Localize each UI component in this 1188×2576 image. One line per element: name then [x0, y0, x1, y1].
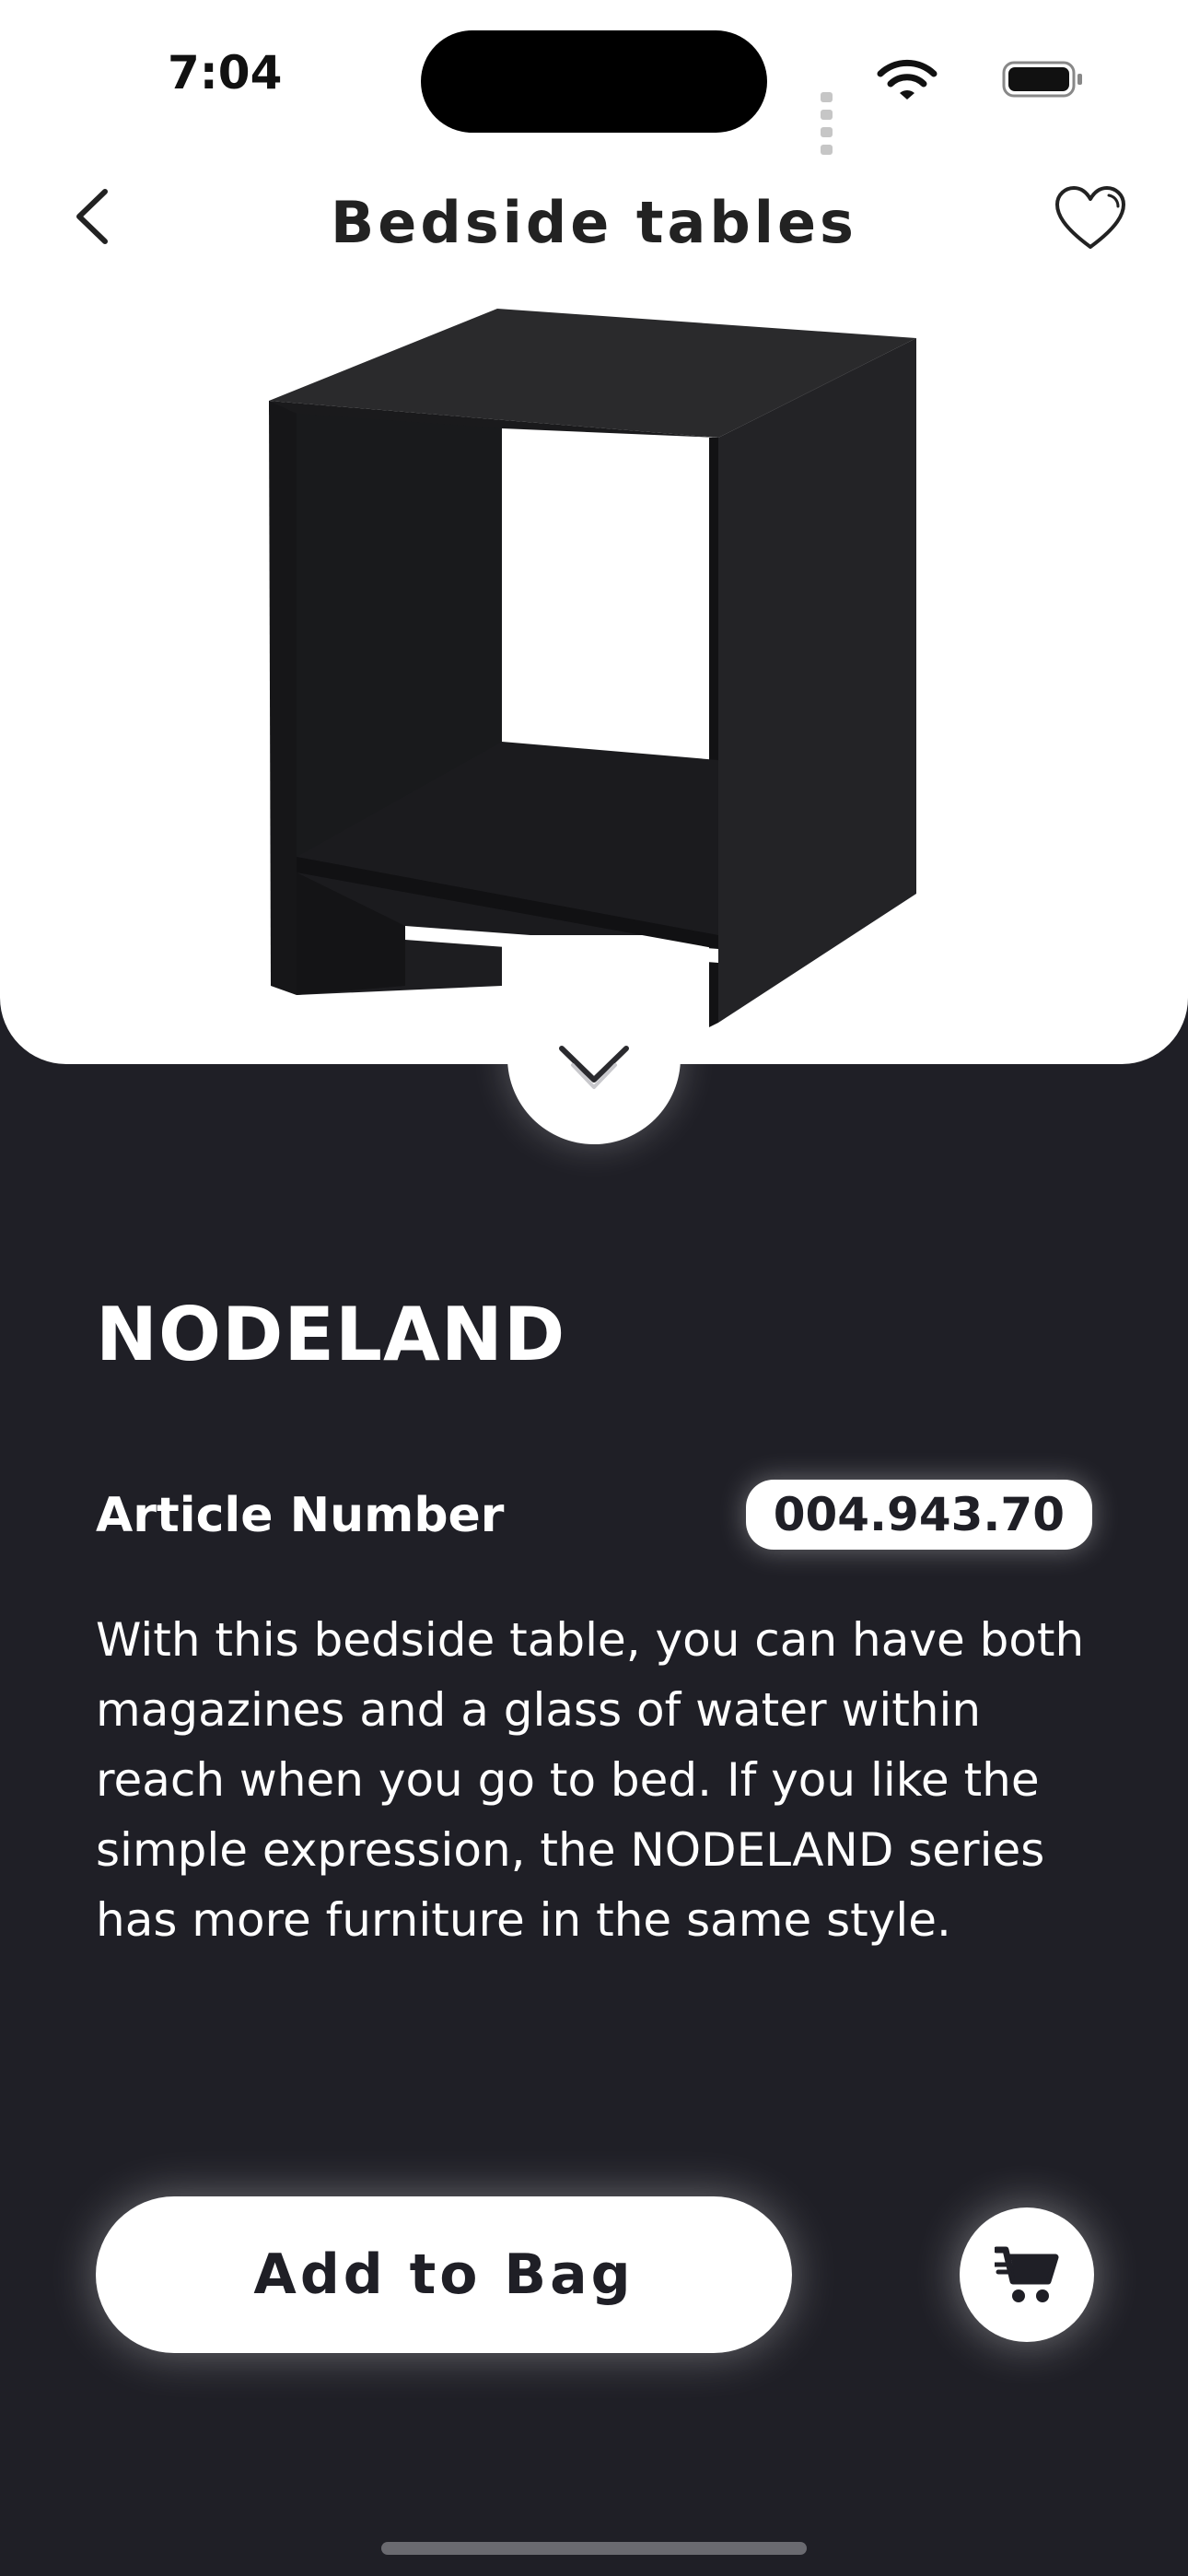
- wifi-icon: [877, 59, 938, 100]
- shopping-cart-icon: [995, 2246, 1059, 2302]
- add-to-bag-button[interactable]: Add to Bag: [96, 2196, 792, 2353]
- page-title: Bedside tables: [331, 189, 857, 256]
- product-name: NODELAND: [96, 1292, 566, 1377]
- cellular-signal-icon: [821, 88, 838, 158]
- chevron-down-icon: [559, 1046, 629, 1089]
- product-image: [269, 309, 916, 1027]
- product-image-card: 7:04 Bedside tables: [0, 0, 1188, 1064]
- favorite-heart-icon[interactable]: [1054, 184, 1127, 252]
- home-indicator[interactable]: [381, 2542, 807, 2555]
- status-time: 7:04: [168, 46, 283, 100]
- cart-button[interactable]: [960, 2207, 1094, 2342]
- battery-icon: [1002, 61, 1082, 98]
- article-number-label: Article Number: [96, 1488, 505, 1543]
- product-description: With this bedside table, you can have bo…: [96, 1613, 1085, 1947]
- article-number-badge: 004.943.70: [745, 1480, 1092, 1550]
- dynamic-island: [421, 30, 767, 133]
